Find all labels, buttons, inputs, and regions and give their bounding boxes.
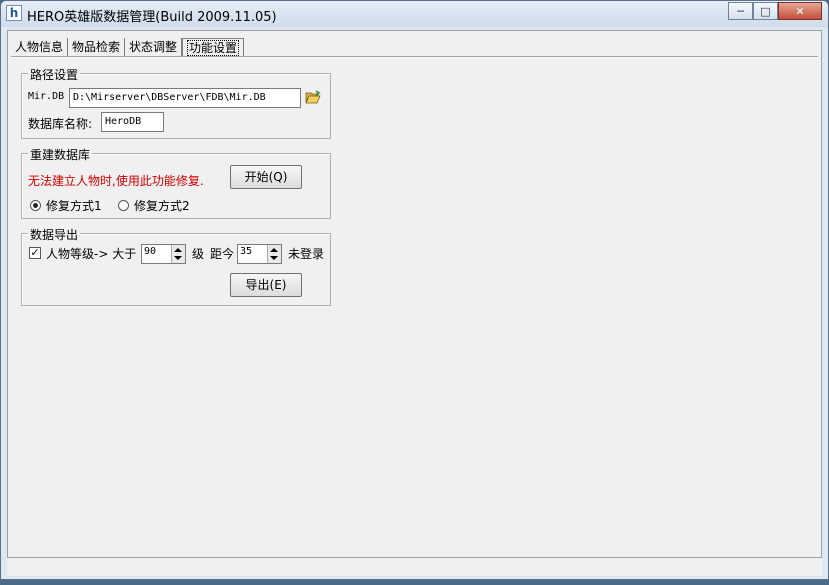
status-bar <box>7 557 822 576</box>
days-spinner-arrows[interactable] <box>267 245 281 263</box>
mirdb-path-input[interactable]: D:\Mirserver\DBServer\FDB\Mir.DB <box>69 88 301 108</box>
maximize-button[interactable]: □ <box>753 2 778 20</box>
dbname-input[interactable]: HeroDB <box>101 112 164 132</box>
tab-function-settings-label: 功能设置 <box>187 40 240 56</box>
close-button[interactable]: ✕ <box>778 2 822 20</box>
level-unit-label: 级 <box>192 247 205 261</box>
days-label: 距今 <box>210 247 235 261</box>
repair-mode-1-radio[interactable] <box>30 200 41 211</box>
path-settings-group: 路径设置 Mir.DB D:\Mirserver\DBServer\FDB\Mi… <box>21 66 331 139</box>
spin-down-icon[interactable] <box>174 256 182 260</box>
data-export-group: 数据导出 ✓ 人物等级-> 大于 90 级 距今 35 未登录 导出(E) <box>21 226 331 306</box>
export-button[interactable]: 导出(E) <box>230 273 302 297</box>
tab-character-info[interactable]: 人物信息 <box>11 38 69 56</box>
client-area: 人物信息 物品检索 状态调整 功能设置 路径设置 Mir.DB D:\Mirse… <box>7 30 822 576</box>
days-value: 35 <box>240 246 253 257</box>
app-icon: h <box>6 5 22 21</box>
repair-mode-2-radio[interactable] <box>118 200 129 211</box>
minimize-button[interactable]: ─ <box>728 2 753 20</box>
tab-strip: 人物信息 物品检索 状态调整 功能设置 <box>11 38 245 57</box>
tab-divider <box>11 57 818 58</box>
rebuild-warning: 无法建立人物时,使用此功能修复. <box>28 174 204 188</box>
spin-down-icon[interactable] <box>270 256 278 260</box>
spin-up-icon[interactable] <box>270 248 278 252</box>
start-button[interactable]: 开始(Q) <box>230 165 302 189</box>
level-filter-label[interactable]: 人物等级-> 大于 <box>46 245 136 262</box>
tab-function-settings[interactable]: 功能设置 <box>182 38 245 57</box>
data-export-legend: 数据导出 <box>28 226 81 243</box>
title-bar[interactable]: h HERO英雄版数据管理(Build 2009.11.05) ─ □ ✕ <box>1 1 828 27</box>
level-value: 90 <box>144 246 157 257</box>
repair-mode-1-label[interactable]: 修复方式1 <box>46 197 102 214</box>
folder-open-icon[interactable] <box>305 90 321 104</box>
path-settings-legend: 路径设置 <box>28 66 81 83</box>
dbname-label: 数据库名称: <box>28 117 93 131</box>
app-window: h HERO英雄版数据管理(Build 2009.11.05) ─ □ ✕ 人物… <box>0 0 829 580</box>
level-spinner-arrows[interactable] <box>171 245 185 263</box>
mirdb-label: Mir.DB <box>28 91 65 102</box>
tab-item-search[interactable]: 物品检索 <box>68 38 126 56</box>
repair-mode-2-label[interactable]: 修复方式2 <box>134 197 190 214</box>
rebuild-db-legend: 重建数据库 <box>28 146 93 163</box>
level-filter-checkbox[interactable]: ✓ <box>29 247 41 259</box>
spin-up-icon[interactable] <box>174 248 182 252</box>
days-suffix-label: 未登录 <box>288 247 325 261</box>
days-spinner[interactable]: 35 <box>237 244 282 264</box>
rebuild-db-group: 重建数据库 无法建立人物时,使用此功能修复. 开始(Q) 修复方式1 修复方式2 <box>21 146 331 219</box>
window-title: HERO英雄版数据管理(Build 2009.11.05) <box>27 10 277 25</box>
level-spinner[interactable]: 90 <box>141 244 186 264</box>
tab-status-adjust[interactable]: 状态调整 <box>125 38 183 56</box>
